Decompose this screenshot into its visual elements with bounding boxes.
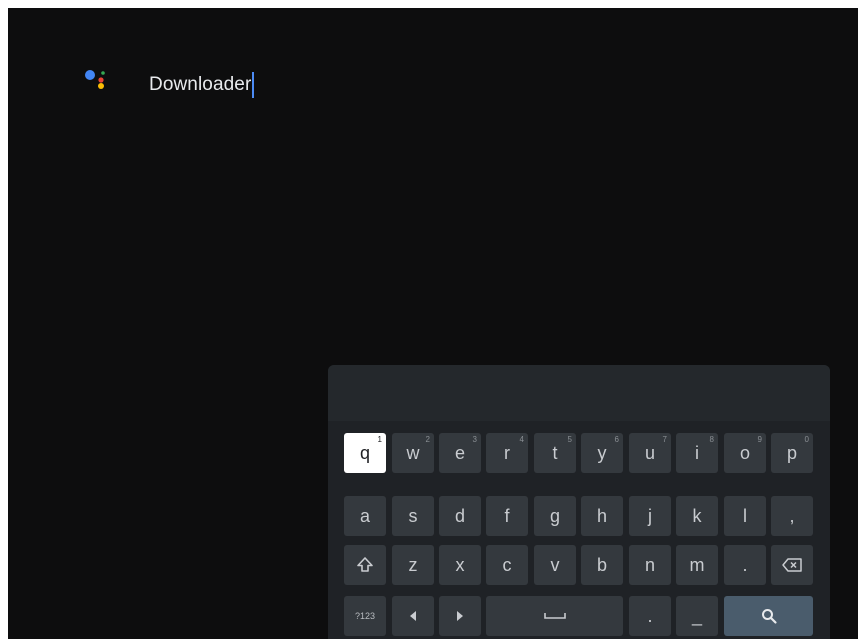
key-dot[interactable]: . <box>629 596 671 636</box>
key-k[interactable]: k <box>676 496 718 536</box>
key-a[interactable]: a <box>344 496 386 536</box>
key-h[interactable]: h <box>581 496 623 536</box>
tv-screen: Downloader q 1 w 2 e 3 r 4 t 5 y 6 u 7 i… <box>8 8 858 639</box>
backspace-icon <box>782 558 802 572</box>
search-icon <box>761 609 777 624</box>
suggestion-strip <box>328 365 830 421</box>
arrow-left-icon <box>410 611 416 621</box>
key-label: o <box>739 442 750 463</box>
text-cursor <box>252 72 255 98</box>
key-label: t <box>552 442 558 463</box>
key-hint: 2 <box>425 435 430 444</box>
key-e[interactable]: e 3 <box>439 433 481 473</box>
key-label: u <box>644 442 655 463</box>
key-label: i <box>695 442 699 463</box>
search-key[interactable] <box>724 596 813 636</box>
on-screen-keyboard: q 1 w 2 e 3 r 4 t 5 y 6 u 7 i 8 o 9 p 0 … <box>328 365 830 639</box>
key-hint: 0 <box>804 435 809 444</box>
key-f[interactable]: f <box>486 496 528 536</box>
key-label: r <box>504 442 510 463</box>
key-label: q <box>359 442 370 463</box>
key-t[interactable]: t 5 <box>534 433 576 473</box>
google-assistant-icon[interactable] <box>82 63 112 93</box>
key-q[interactable]: q 1 <box>344 433 386 473</box>
key-n[interactable]: n <box>629 545 671 585</box>
key-hint: 5 <box>567 435 572 444</box>
key-comma[interactable]: , <box>771 496 813 536</box>
shift-key[interactable] <box>344 545 386 585</box>
key-c[interactable]: c <box>486 545 528 585</box>
search-query-text: Downloader <box>149 74 252 95</box>
search-query-field[interactable]: Downloader <box>149 72 255 98</box>
key-m[interactable]: m <box>676 545 718 585</box>
key-l[interactable]: l <box>724 496 766 536</box>
symbols-key[interactable]: ?123 <box>344 596 386 636</box>
key-i[interactable]: i 8 <box>676 433 718 473</box>
key-g[interactable]: g <box>534 496 576 536</box>
space-icon <box>543 613 566 619</box>
cursor-left-key[interactable] <box>392 596 434 636</box>
key-o[interactable]: o 9 <box>724 433 766 473</box>
arrow-right-icon <box>457 611 463 621</box>
key-hint: 8 <box>709 435 714 444</box>
key-hint: 4 <box>519 435 524 444</box>
key-r[interactable]: r 4 <box>486 433 528 473</box>
key-x[interactable]: x <box>439 545 481 585</box>
key-p[interactable]: p 0 <box>771 433 813 473</box>
key-d[interactable]: d <box>439 496 481 536</box>
backspace-key[interactable] <box>771 545 813 585</box>
key-label: w <box>406 442 420 463</box>
key-u[interactable]: u 7 <box>629 433 671 473</box>
key-hint: 9 <box>757 435 762 444</box>
key-hint: 7 <box>662 435 667 444</box>
key-label: e <box>454 442 465 463</box>
key-b[interactable]: b <box>581 545 623 585</box>
key-s[interactable]: s <box>392 496 434 536</box>
shift-icon <box>357 557 373 572</box>
key-label: y <box>597 442 607 463</box>
cursor-right-key[interactable] <box>439 596 481 636</box>
key-y[interactable]: y 6 <box>581 433 623 473</box>
key-label: p <box>786 442 797 463</box>
space-key[interactable] <box>486 596 623 636</box>
key-w[interactable]: w 2 <box>392 433 434 473</box>
key-v[interactable]: v <box>534 545 576 585</box>
key-period[interactable]: . <box>724 545 766 585</box>
key-hint: 1 <box>377 435 382 444</box>
key-j[interactable]: j <box>629 496 671 536</box>
key-underscore[interactable]: _ <box>676 596 718 636</box>
key-hint: 6 <box>614 435 619 444</box>
key-z[interactable]: z <box>392 545 434 585</box>
key-hint: 3 <box>472 435 477 444</box>
